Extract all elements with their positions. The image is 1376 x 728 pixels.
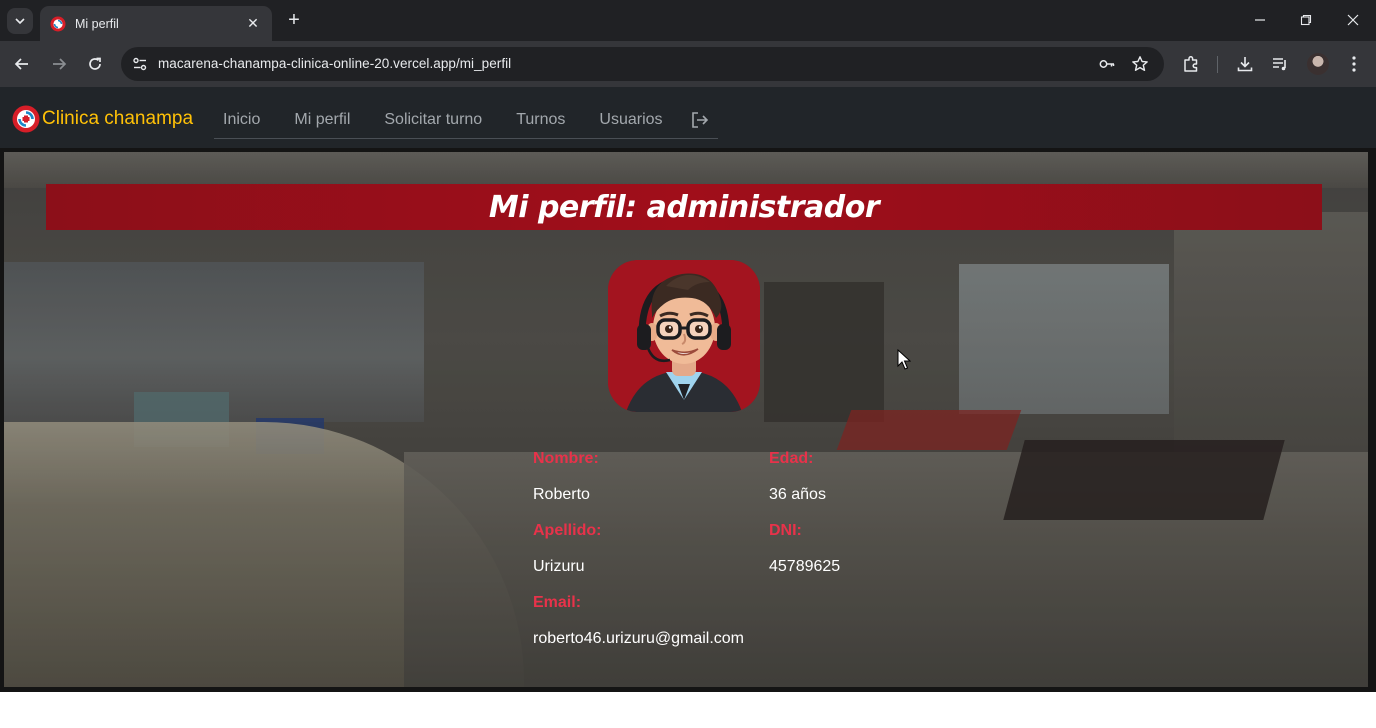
page-bottom-area [0, 692, 1376, 728]
mouse-cursor-icon [897, 349, 911, 370]
tab-close-icon[interactable]: ✕ [244, 15, 262, 32]
site-navbar: Clinica chanampa Inicio Mi perfil Solici… [0, 87, 1376, 148]
reload-icon[interactable] [82, 51, 108, 77]
main-content: Mi perfil: administrador Nombre: Roberto… [0, 148, 1376, 692]
label-apellido: Apellido: [533, 522, 602, 539]
restore-icon[interactable] [1283, 8, 1329, 32]
browser-tab-strip: Mi perfil ✕ + [0, 0, 1376, 41]
menu-kebab-icon[interactable] [1344, 54, 1364, 74]
forward-arrow-icon[interactable] [46, 51, 72, 77]
browser-tab[interactable]: Mi perfil ✕ [40, 6, 272, 41]
clinic-logo-icon [12, 105, 40, 133]
profile-heading-banner: Mi perfil: administrador [46, 184, 1322, 230]
download-icon[interactable] [1235, 54, 1255, 74]
toolbar-separator [1217, 56, 1218, 73]
extensions-puzzle-icon[interactable] [1181, 54, 1201, 74]
value-nombre: Roberto [533, 486, 590, 503]
brand-name: Clinica chanampa [42, 108, 194, 129]
nav-link-solicitar-turno[interactable]: Solicitar turno [367, 111, 499, 129]
background-dim-overlay [4, 152, 1368, 687]
value-edad: 36 años [769, 486, 826, 503]
nav-link-inicio[interactable]: Inicio [214, 111, 277, 129]
profile-avatar-image [608, 260, 760, 412]
minimize-icon[interactable] [1237, 8, 1283, 32]
site-info-icon[interactable] [131, 55, 149, 73]
nav-link-usuarios[interactable]: Usuarios [582, 111, 679, 129]
back-arrow-icon[interactable] [9, 51, 35, 77]
page-title: Mi perfil: administrador [488, 189, 880, 225]
value-apellido: Urizuru [533, 558, 585, 575]
tab-title: Mi perfil [75, 16, 119, 31]
clinic-favicon-icon [50, 16, 66, 31]
label-dni: DNI: [769, 522, 802, 539]
label-email: Email: [533, 594, 582, 611]
address-bar[interactable]: macarena-chanampa-clinica-online-20.verc… [121, 47, 1164, 81]
bookmark-star-icon[interactable] [1131, 55, 1149, 73]
nav-links: Inicio Mi perfil Solicitar turno Turnos … [214, 101, 718, 139]
password-key-icon[interactable] [1098, 55, 1116, 73]
label-edad: Edad: [769, 450, 814, 467]
brand-link[interactable]: Clinica chanampa [12, 105, 193, 133]
nav-link-turnos[interactable]: Turnos [499, 111, 582, 129]
new-tab-plus-icon[interactable]: + [283, 9, 305, 31]
logout-icon[interactable] [690, 111, 710, 129]
browser-toolbar: macarena-chanampa-clinica-online-20.verc… [0, 41, 1376, 87]
close-window-icon[interactable] [1330, 8, 1376, 32]
value-email: roberto46.urizuru@gmail.com [533, 630, 744, 647]
tab-search-chevron-icon[interactable] [7, 8, 33, 34]
profile-avatar-icon[interactable] [1307, 53, 1329, 75]
nav-link-mi-perfil[interactable]: Mi perfil [277, 111, 367, 129]
value-dni: 45789625 [769, 558, 841, 575]
media-queue-icon[interactable] [1270, 54, 1290, 74]
clinic-background-image [4, 152, 1368, 687]
url-text: macarena-chanampa-clinica-online-20.verc… [158, 56, 512, 71]
label-nombre: Nombre: [533, 450, 599, 467]
